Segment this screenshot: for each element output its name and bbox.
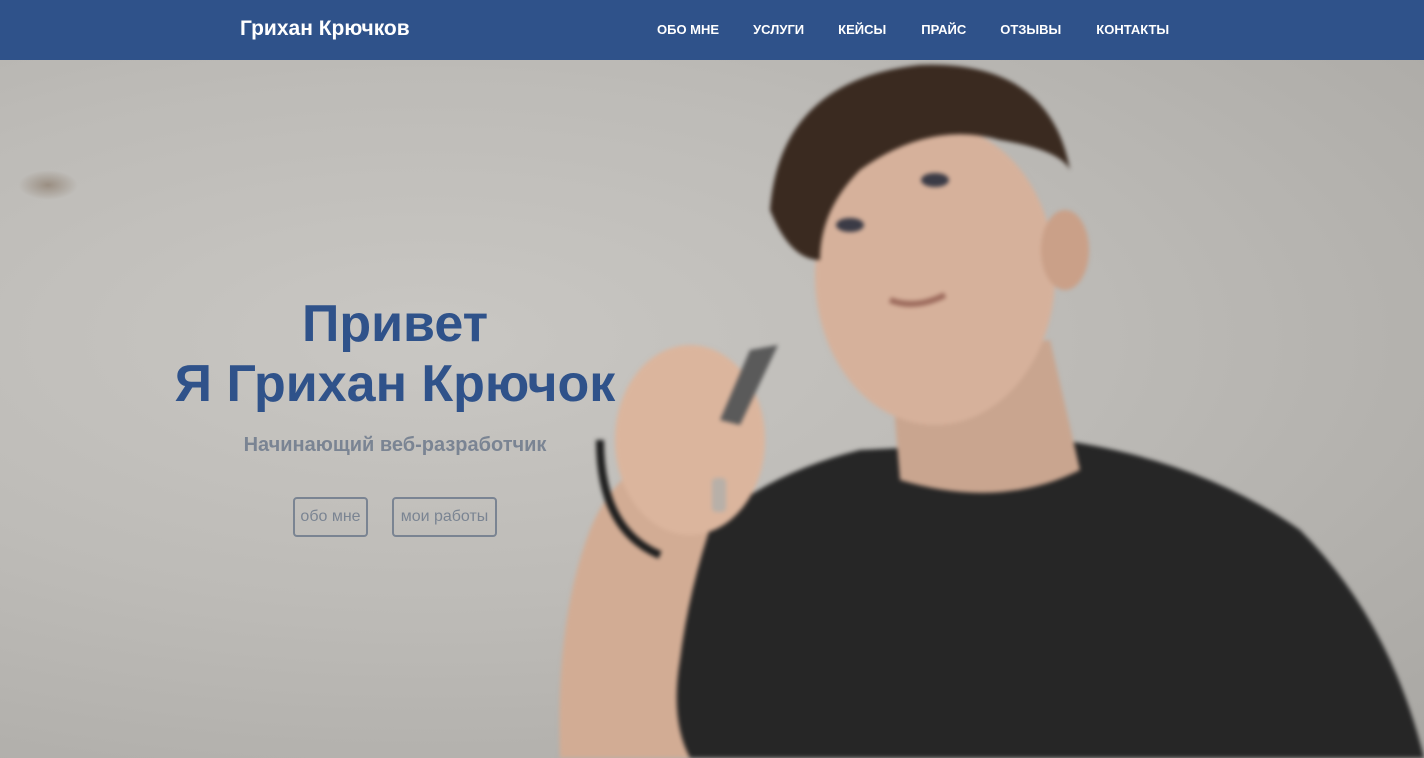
hero-title-line2: Я Грихан Крючок bbox=[174, 355, 616, 413]
hero-subtitle: Начинающий веб-разработчик bbox=[243, 434, 547, 456]
hero-text-block: Привет Я Грихан Крючок Начинающий веб-ра… bbox=[0, 60, 790, 758]
photo-eye-right bbox=[921, 173, 949, 187]
nav-item-contacts[interactable]: КОНТАКТЫ bbox=[1096, 22, 1169, 37]
my-works-button[interactable]: мои работы bbox=[392, 497, 497, 537]
main-nav: ОБО МНЕ УСЛУГИ КЕЙСЫ ПРАЙС ОТЗЫВЫ КОНТАК… bbox=[657, 22, 1169, 37]
hero-title-line1: Привет bbox=[301, 295, 489, 353]
hero-title: Привет Я Грихан Крючок bbox=[0, 294, 790, 414]
nav-item-cases[interactable]: КЕЙСЫ bbox=[838, 22, 886, 37]
photo-eye-left bbox=[836, 218, 864, 232]
about-me-button[interactable]: обо мне bbox=[293, 497, 368, 537]
photo-ear bbox=[1041, 210, 1089, 290]
nav-item-services[interactable]: УСЛУГИ bbox=[753, 22, 804, 37]
hero-section: Привет Я Грихан Крючок Начинающий веб-ра… bbox=[0, 60, 1424, 758]
nav-item-about[interactable]: ОБО МНЕ bbox=[657, 22, 719, 37]
site-logo[interactable]: Грихан Крючков bbox=[240, 17, 410, 41]
nav-item-reviews[interactable]: ОТЗЫВЫ bbox=[1000, 22, 1061, 37]
site-header: Грихан Крючков ОБО МНЕ УСЛУГИ КЕЙСЫ ПРАЙ… bbox=[0, 0, 1424, 60]
nav-item-pricing[interactable]: ПРАЙС bbox=[921, 22, 966, 37]
